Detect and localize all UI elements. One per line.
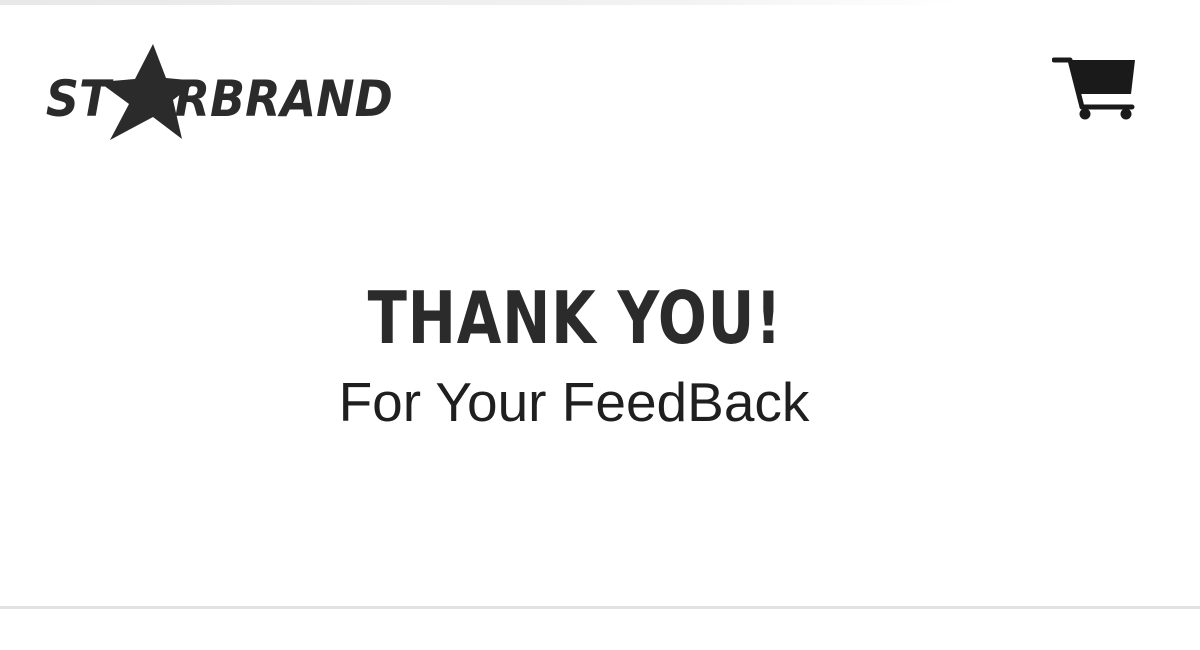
- logo-suffix-text: RBRAND: [175, 70, 393, 128]
- feedback-thank-you-page: ST RBRAND THANK YOU! For Your FeedBack: [0, 0, 1200, 650]
- thank-you-heading: THANK YOU!: [367, 276, 783, 360]
- feedback-subtitle: For Your FeedBack: [338, 371, 810, 433]
- shopping-cart-icon: [1052, 57, 1135, 120]
- logo-graphic: ST RBRAND: [46, 44, 393, 140]
- starbrand-logo[interactable]: ST RBRAND: [44, 44, 406, 144]
- logo-prefix-text: ST: [46, 70, 114, 128]
- footer-divider: [0, 606, 1200, 609]
- shopping-cart-button[interactable]: [1052, 55, 1138, 121]
- top-edge-shadow: [0, 0, 960, 5]
